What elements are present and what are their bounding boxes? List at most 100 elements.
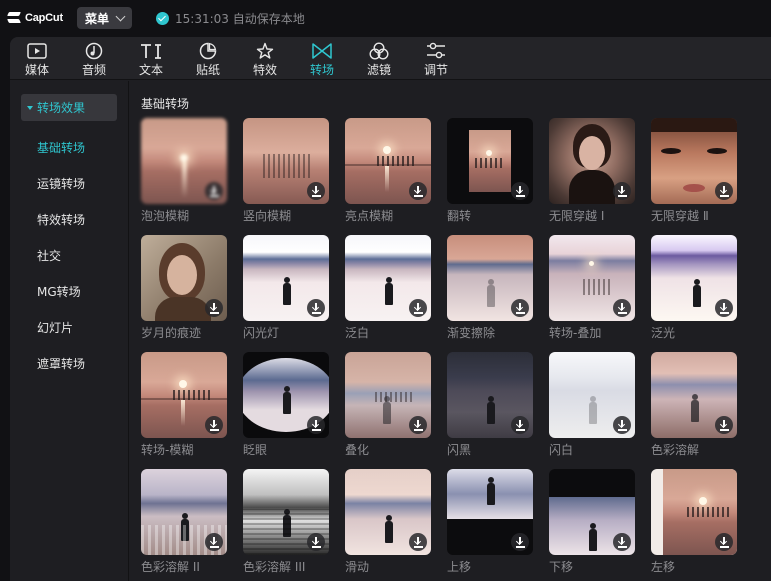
transition-thumbnail: [141, 352, 227, 438]
transition-card[interactable]: 亮点模糊: [345, 118, 431, 224]
transition-label: 色彩溶解: [651, 443, 700, 457]
transition-thumbnail: [345, 352, 431, 438]
tab-media[interactable]: 媒体: [11, 37, 63, 80]
download-icon[interactable]: [715, 182, 733, 200]
download-icon[interactable]: [511, 533, 529, 551]
download-icon[interactable]: [307, 416, 325, 434]
transition-card[interactable]: 色彩溶解: [651, 352, 737, 458]
transition-label: 转场-模糊: [141, 443, 194, 457]
transition-card[interactable]: 泡泡模糊: [141, 118, 227, 224]
transition-label: 泛白: [345, 326, 370, 340]
category-toolbar: 媒体 音频 文本 贴纸 特效 转场 滤镜 调节: [10, 37, 771, 80]
transition-card[interactable]: 色彩溶解 II: [141, 469, 227, 575]
menu-button[interactable]: 菜单: [77, 7, 132, 29]
sidebar-item-basic[interactable]: 基础转场: [37, 139, 85, 156]
transition-thumbnail: [651, 469, 737, 555]
download-icon[interactable]: [511, 416, 529, 434]
sidebar-item-mg[interactable]: MG转场: [37, 283, 81, 300]
adjust-icon: [424, 39, 448, 63]
sidebar: 转场效果 基础转场 运镜转场 特效转场 社交 MG转场 幻灯片 遮罩转场: [10, 81, 129, 581]
transition-icon: [310, 39, 334, 63]
tab-label: 调节: [423, 63, 448, 77]
transition-label: 色彩溶解 II: [141, 560, 200, 574]
transition-label: 下移: [549, 560, 574, 574]
autosave-status: 15:31:03 自动保存本地: [156, 10, 305, 27]
transition-label: 闪黑: [447, 443, 472, 457]
transition-card[interactable]: 转场-模糊: [141, 352, 227, 458]
download-icon[interactable]: [307, 533, 325, 551]
download-icon[interactable]: [205, 299, 223, 317]
download-icon[interactable]: [613, 533, 631, 551]
download-icon[interactable]: [613, 416, 631, 434]
transition-label: 上移: [447, 560, 472, 574]
transition-card[interactable]: 滑动: [345, 469, 431, 575]
transition-card[interactable]: 上移: [447, 469, 533, 575]
download-icon[interactable]: [307, 182, 325, 200]
transition-card[interactable]: 转场-叠加: [549, 235, 635, 341]
download-icon[interactable]: [205, 182, 223, 200]
transition-card[interactable]: 泛光: [651, 235, 737, 341]
media-icon: [25, 39, 49, 63]
transition-thumbnail: [447, 235, 533, 321]
download-icon[interactable]: [511, 182, 529, 200]
download-icon[interactable]: [409, 299, 427, 317]
transition-card[interactable]: 叠化: [345, 352, 431, 458]
sidebar-group-label: 转场效果: [37, 101, 86, 115]
transition-card[interactable]: 泛白: [345, 235, 431, 341]
sidebar-group-transitions[interactable]: 转场效果: [21, 94, 117, 121]
download-icon[interactable]: [715, 299, 733, 317]
download-icon[interactable]: [205, 533, 223, 551]
download-icon[interactable]: [715, 533, 733, 551]
transition-thumbnail: [243, 118, 329, 204]
tab-label: 贴纸: [195, 63, 220, 77]
download-icon[interactable]: [307, 299, 325, 317]
download-icon[interactable]: [409, 416, 427, 434]
transition-label: 翻转: [447, 209, 472, 223]
sidebar-item-social[interactable]: 社交: [37, 247, 61, 264]
transition-thumbnail: [141, 235, 227, 321]
transition-card[interactable]: 竖向模糊: [243, 118, 329, 224]
transition-card[interactable]: 闪黑: [447, 352, 533, 458]
transition-card[interactable]: 渐变擦除: [447, 235, 533, 341]
transition-thumbnail: [447, 352, 533, 438]
transition-card[interactable]: 闪白: [549, 352, 635, 458]
tab-label: 文本: [138, 63, 163, 77]
transition-card[interactable]: 左移: [651, 469, 737, 575]
sticker-icon: [196, 39, 220, 63]
check-circle-icon: [156, 12, 169, 25]
sidebar-item-slideshow[interactable]: 幻灯片: [37, 319, 73, 336]
logo-text: CapCut: [25, 12, 63, 24]
tab-text[interactable]: 文本: [125, 37, 177, 80]
transition-card[interactable]: 下移: [549, 469, 635, 575]
transition-card[interactable]: 色彩溶解 III: [243, 469, 329, 575]
download-icon[interactable]: [715, 416, 733, 434]
tab-adjust[interactable]: 调节: [410, 37, 462, 80]
tab-filters[interactable]: 滤镜: [353, 37, 405, 80]
sidebar-item-camera[interactable]: 运镜转场: [37, 175, 85, 192]
download-icon[interactable]: [205, 416, 223, 434]
transition-card[interactable]: 眨眼: [243, 352, 329, 458]
download-icon[interactable]: [613, 182, 631, 200]
tab-effects[interactable]: 特效: [239, 37, 291, 80]
tab-stickers[interactable]: 贴纸: [182, 37, 234, 80]
transition-card[interactable]: 无限穿越 Ⅱ: [651, 118, 737, 224]
transition-card[interactable]: 无限穿越 Ⅰ: [549, 118, 635, 224]
download-icon[interactable]: [511, 299, 529, 317]
sidebar-item-mask[interactable]: 遮罩转场: [37, 355, 85, 372]
section-title: 基础转场: [141, 97, 190, 111]
tab-transitions[interactable]: 转场: [296, 37, 348, 80]
transition-card[interactable]: 闪光灯: [243, 235, 329, 341]
transition-label: 叠化: [345, 443, 370, 457]
effects-icon: [253, 39, 277, 63]
download-icon[interactable]: [613, 299, 631, 317]
sidebar-item-effects[interactable]: 特效转场: [37, 211, 85, 228]
transition-card[interactable]: 翻转: [447, 118, 533, 224]
download-icon[interactable]: [409, 533, 427, 551]
transition-label: 色彩溶解 III: [243, 560, 306, 574]
transition-label: 闪白: [549, 443, 574, 457]
transition-card[interactable]: 岁月的痕迹: [141, 235, 227, 341]
download-icon[interactable]: [409, 182, 427, 200]
tab-audio[interactable]: 音频: [68, 37, 120, 80]
caret-down-icon: [27, 105, 33, 110]
transition-label: 竖向模糊: [243, 209, 292, 223]
